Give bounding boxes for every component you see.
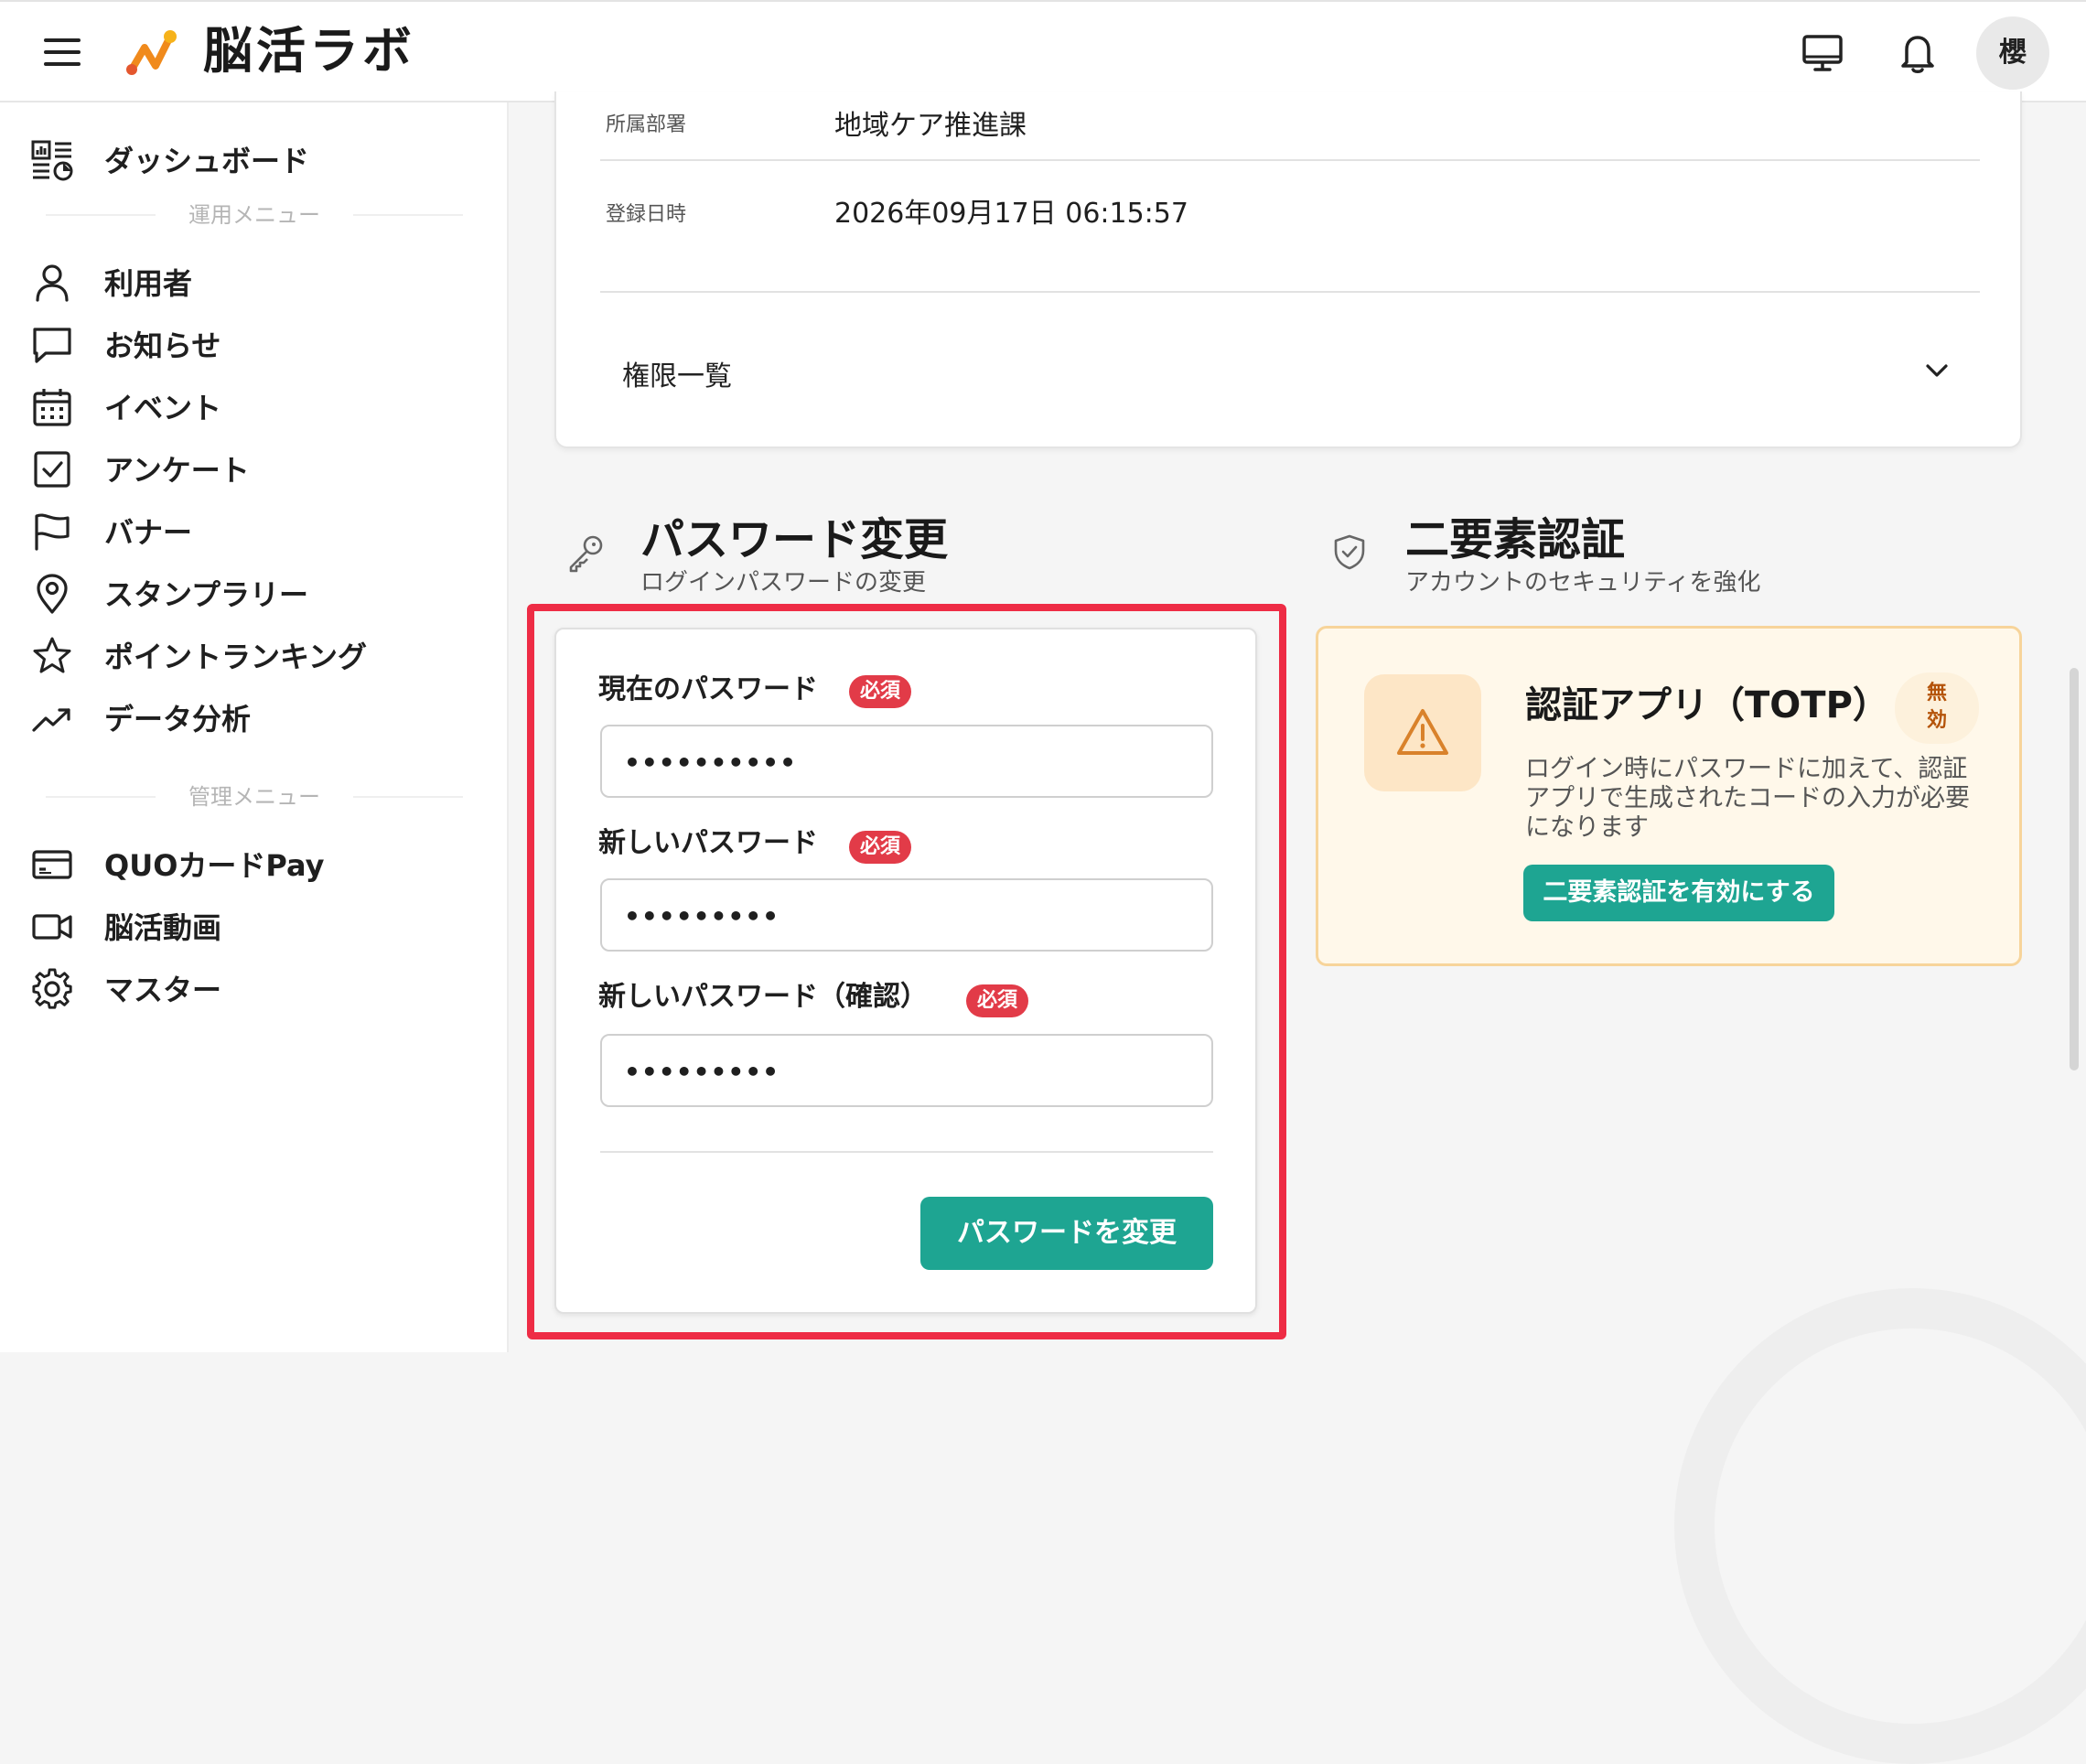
divider [600,291,1980,293]
divider [600,159,1980,161]
sidebar-item-data-analysis[interactable]: データ分析 [0,690,509,745]
calendar-icon [33,389,71,426]
confirm-password-label: 新しいパスワード（確認） [598,981,928,1013]
sidebar-item-label: バナー [104,515,193,550]
enable-two-factor-button[interactable]: 二要素認証を有効にする [1523,865,1834,921]
sidebar-item-dashboard[interactable]: ダッシュボード [0,132,509,187]
logo-text: 脳活ラボ [203,22,415,80]
trending-up-icon [32,708,70,732]
scrollbar[interactable] [2070,668,2079,1070]
sidebar-item-label: お知らせ [104,328,221,363]
status-badge-text: 無効 [1926,682,1947,732]
registered-label: 登録日時 [606,203,687,226]
two-factor-section-subtitle: アカウントのセキュリティを強化 [1405,569,1761,597]
sidebar-item-label: 利用者 [104,266,193,301]
monitor-icon[interactable] [1799,29,1846,77]
sidebar-item-videos[interactable]: 脳活動画 [0,898,509,953]
sidebar-item-quo-card[interactable]: QUOカードPay [0,836,509,891]
new-password-label: 新しいパスワード [598,827,818,859]
sidebar-item-label: マスター [104,973,222,1007]
permissions-label: 権限一覧 [622,360,732,393]
checkbox-icon [34,451,70,488]
shield-check-icon [1334,534,1365,570]
sidebar-item-point-ranking[interactable]: ポイントランキング [0,628,509,683]
sidebar-item-label: スタンプラリー [104,577,309,612]
status-badge: 無効 [1895,672,1979,744]
sidebar-item-label: ダッシュボード [104,144,310,178]
gear-icon [32,968,72,1009]
admin-section-header: 管理メニュー [46,783,463,811]
operations-section-header: 運用メニュー [46,201,463,229]
user-icon [36,264,69,302]
warning-icon [1397,709,1448,755]
map-pin-icon [37,574,68,614]
video-icon [32,914,72,940]
sidebar-item-label: イベント [104,391,222,425]
sidebar-item-master[interactable]: マスター [0,961,509,1016]
department-value: 地域ケア推進課 [834,110,1027,142]
change-password-button[interactable]: パスワードを変更 [920,1197,1213,1270]
sidebar-item-notices[interactable]: お知らせ [0,317,509,371]
permissions-accordion[interactable]: 権限一覧 [600,339,1980,404]
sidebar-item-label: 脳活動画 [104,910,222,945]
key-icon [569,535,603,573]
sidebar-item-label: ポイントランキング [104,640,368,674]
required-badge: 必須 [849,675,912,708]
sidebar-item-events[interactable]: イベント [0,379,509,434]
top-header: 脳活ラボ 櫻 [0,0,2086,102]
credit-card-icon [32,850,72,879]
two-factor-section-title: 二要素認証 [1405,514,1626,565]
bell-icon[interactable] [1894,29,1941,77]
totp-description: ログイン時にパスワードに加えて、認証アプリで生成されたコードの入力が必要になりま… [1525,755,1970,842]
logo-icon [126,30,177,75]
dashboard-icon [31,140,73,181]
chevron-down-icon [1926,364,1948,377]
sidebar-item-users[interactable]: 利用者 [0,254,509,309]
password-section-subtitle: ログインパスワードの変更 [640,569,927,597]
sidebar-item-surveys[interactable]: アンケート [0,441,509,496]
avatar[interactable]: 櫻 [1976,16,2049,90]
decorative-arc [1674,1288,2086,1764]
star-icon [33,637,71,673]
totp-card: 認証アプリ（TOTP） 無効 ログイン時にパスワードに加えて、認証アプリで生成さ… [1316,626,2022,966]
sidebar-item-banners[interactable]: バナー [0,503,509,558]
sidebar-item-label: アンケート [104,453,250,488]
menu-icon[interactable] [44,38,81,68]
totp-title: 認証アプリ（TOTP） [1525,684,1889,726]
sidebar: ダッシュボード 運用メニュー 利用者 お知らせ イベント アンケート バナー ス… [0,102,509,1352]
message-icon [33,328,71,363]
current-password-label: 現在のパスワード [598,673,818,705]
department-label: 所属部署 [606,113,687,136]
password-section-title: パスワード変更 [640,514,949,565]
sidebar-item-label: QUOカードPay [104,848,325,883]
new-password-input[interactable]: ••••••••• [600,878,1213,952]
password-change-form: 現在のパスワード 必須 •••••••••• 新しいパスワード 必須 •••••… [554,628,1257,1314]
sidebar-item-label: データ分析 [104,702,252,737]
divider [600,1151,1213,1153]
required-badge: 必須 [966,984,1029,1017]
flag-icon [35,513,70,551]
profile-info-card: 所属部署 地域ケア推進課 登録日時 2026年09月17日 06:15:57 権… [554,91,2022,448]
registered-value: 2026年09月17日 06:15:57 [834,198,1188,230]
current-password-input[interactable]: •••••••••• [600,725,1213,798]
required-badge: 必須 [849,831,912,864]
warning-icon-box [1364,674,1481,791]
sidebar-item-stamp-rally[interactable]: スタンプラリー [0,565,509,620]
confirm-password-input[interactable]: ••••••••• [600,1034,1213,1107]
